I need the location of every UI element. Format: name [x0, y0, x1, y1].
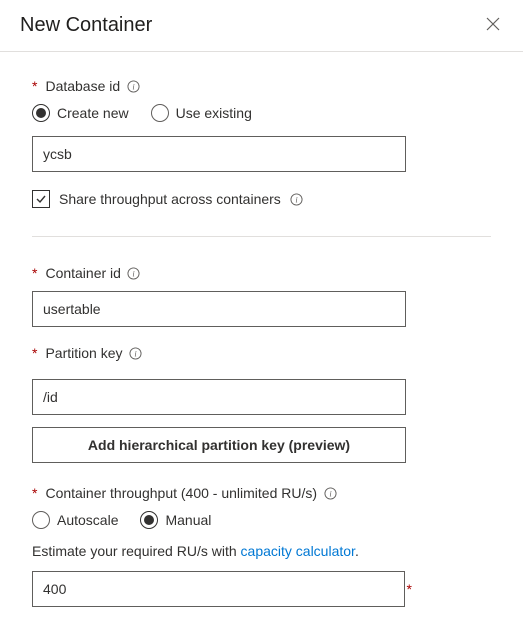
radio-label: Use existing	[176, 105, 252, 121]
radio-autoscale[interactable]: Autoscale	[32, 511, 118, 529]
svg-text:i: i	[132, 82, 135, 91]
radio-label: Manual	[165, 512, 211, 528]
radio-label: Autoscale	[57, 512, 118, 528]
throughput-input-wrap: *	[32, 571, 412, 607]
share-throughput-label: Share throughput across containers	[59, 191, 281, 207]
info-icon[interactable]: i	[290, 192, 304, 206]
svg-text:i: i	[296, 195, 299, 204]
panel-header: New Container	[0, 0, 523, 52]
radio-icon	[140, 511, 158, 529]
partition-key-input[interactable]	[32, 379, 406, 415]
section-divider	[32, 236, 491, 237]
add-hierarchical-key-button[interactable]: Add hierarchical partition key (preview)	[32, 427, 406, 463]
label-text: Container throughput (400 - unlimited RU…	[45, 485, 317, 501]
required-star: *	[32, 485, 37, 501]
radio-use-existing[interactable]: Use existing	[151, 104, 252, 122]
label-text: Database id	[45, 78, 120, 94]
radio-icon	[32, 511, 50, 529]
capacity-calculator-link[interactable]: capacity calculator	[241, 543, 355, 559]
required-star: *	[32, 78, 37, 94]
database-id-label: * Database id i	[32, 78, 491, 94]
label-text: Container id	[45, 265, 121, 281]
radio-icon	[32, 104, 50, 122]
radio-label: Create new	[57, 105, 129, 121]
container-id-label: * Container id i	[32, 265, 491, 281]
hint-prefix: Estimate your required RU/s with	[32, 543, 241, 559]
share-throughput-checkbox[interactable]	[32, 190, 50, 208]
throughput-input[interactable]	[32, 571, 405, 607]
info-icon[interactable]: i	[323, 486, 337, 500]
required-star: *	[32, 345, 37, 361]
throughput-label: * Container throughput (400 - unlimited …	[32, 485, 491, 501]
info-icon[interactable]: i	[126, 79, 140, 93]
radio-create-new[interactable]: Create new	[32, 104, 129, 122]
required-star: *	[407, 581, 412, 597]
throughput-hint: Estimate your required RU/s with capacit…	[32, 543, 491, 559]
svg-text:i: i	[133, 269, 136, 278]
label-text: Partition key	[45, 345, 122, 361]
info-icon[interactable]: i	[127, 266, 141, 280]
partition-key-label: * Partition key i	[32, 345, 491, 361]
hint-suffix: .	[355, 543, 359, 559]
radio-manual[interactable]: Manual	[140, 511, 211, 529]
database-id-input[interactable]	[32, 136, 406, 172]
svg-text:i: i	[134, 349, 137, 358]
database-mode-group: Create new Use existing	[32, 104, 491, 122]
svg-text:i: i	[329, 489, 332, 498]
info-icon[interactable]: i	[129, 346, 143, 360]
close-icon[interactable]	[483, 15, 503, 36]
share-throughput-row: Share throughput across containers i	[32, 190, 491, 208]
container-id-input[interactable]	[32, 291, 406, 327]
panel-title: New Container	[20, 14, 152, 37]
panel-body: * Database id i Create new Use existing …	[0, 52, 523, 615]
throughput-mode-group: Autoscale Manual	[32, 511, 491, 529]
radio-icon	[151, 104, 169, 122]
required-star: *	[32, 265, 37, 281]
